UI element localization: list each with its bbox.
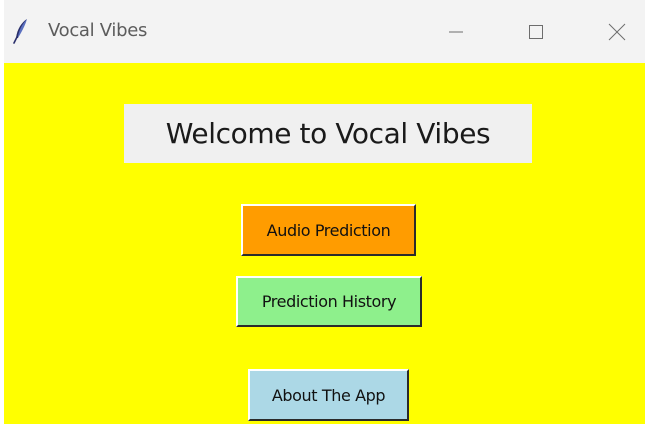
prediction-history-label: Prediction History [261, 292, 397, 311]
feather-icon [13, 18, 29, 44]
close-icon [608, 23, 626, 41]
maximize-icon [528, 24, 544, 40]
close-button[interactable] [595, 12, 639, 52]
audio-prediction-button[interactable]: Audio Prediction [241, 204, 416, 256]
welcome-heading: Welcome to Vocal Vibes [124, 104, 532, 163]
prediction-history-button[interactable]: Prediction History [236, 276, 422, 327]
main-content: Welcome to Vocal Vibes Audio Prediction … [4, 63, 645, 424]
about-the-app-label: About The App [271, 385, 386, 405]
title-bar[interactable]: Vocal Vibes [4, 0, 645, 63]
maximize-button[interactable] [514, 12, 558, 52]
minimize-icon [448, 24, 464, 40]
minimize-button[interactable] [434, 12, 478, 52]
audio-prediction-label: Audio Prediction [266, 220, 391, 240]
app-window: Vocal Vibes Welcome to Vocal Vibes Audio… [4, 0, 645, 424]
about-the-app-button[interactable]: About The App [248, 369, 409, 421]
window-title: Vocal Vibes [48, 20, 148, 41]
